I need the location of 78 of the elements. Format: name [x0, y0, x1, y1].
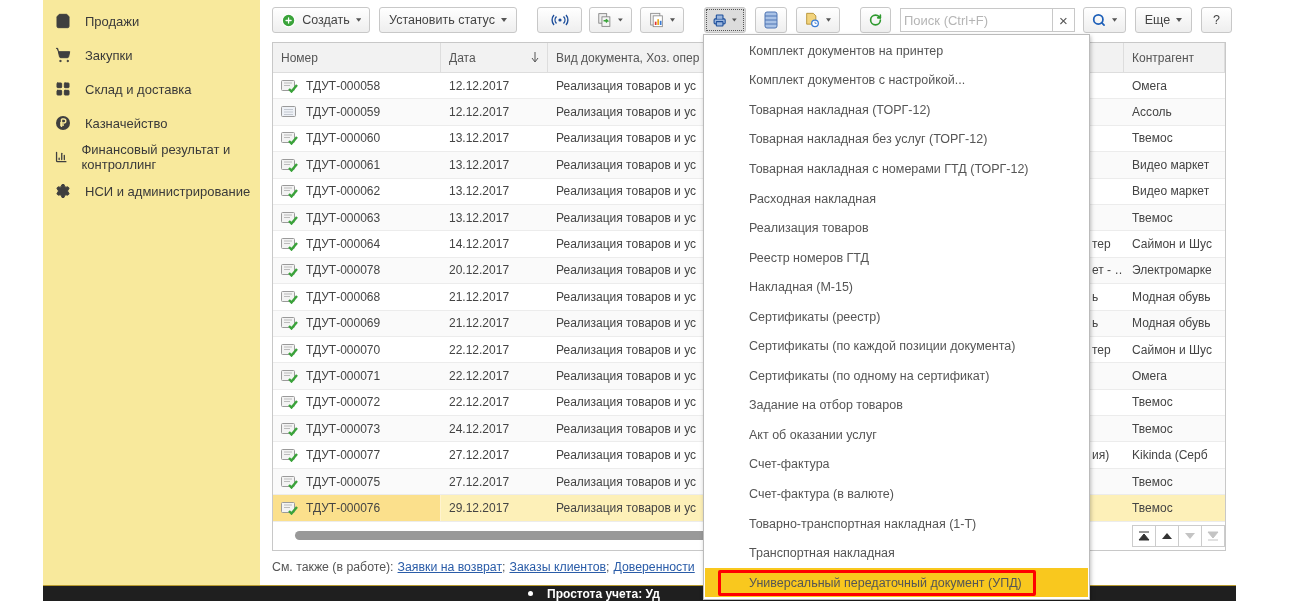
table-cell: Реализация товаров и ус [556, 105, 697, 120]
table-cell: 13.12.2017 [449, 184, 510, 199]
table-cell: Реализация товаров и ус [556, 210, 697, 225]
table-cell: Твемос [1132, 421, 1173, 436]
table-cell: Реализация товаров и ус [556, 395, 697, 410]
table-cell: Реализация товаров и ус [556, 184, 697, 199]
table-cell: ТДУТ-000069 [306, 316, 381, 331]
table-cell: ТДУТ-000078 [306, 263, 381, 278]
table-cell: Реализация товаров и ус [556, 448, 697, 463]
table-cell: тер [1092, 342, 1111, 357]
table-cell: Твемос [1132, 395, 1173, 410]
table-cell: 12.12.2017 [449, 105, 510, 120]
table-cell: ТДУТ-000061 [306, 157, 381, 172]
table-cell: Твемос [1132, 210, 1173, 225]
table-cell: Реализация товаров и ус [556, 500, 697, 515]
table-cell: ТДУТ-000076 [306, 500, 381, 515]
see-also-label: См. также (в работе): [272, 559, 394, 574]
table-cell: 12.12.2017 [449, 78, 510, 93]
table-cell: Реализация товаров и ус [556, 421, 697, 436]
table-cell: Видео маркет [1132, 184, 1210, 199]
table-cell: Электромарке [1132, 263, 1212, 278]
table-cell: 24.12.2017 [449, 421, 510, 436]
table-cell: ТДУТ-000063 [306, 210, 381, 225]
separator: ; [502, 559, 506, 574]
table-cell: ТДУТ-000059 [306, 105, 381, 120]
table-cell: Модная обувь [1132, 316, 1211, 331]
table-cell: ТДУТ-000075 [306, 474, 381, 489]
table-cell: Твемос [1132, 474, 1173, 489]
separator: ; [606, 559, 610, 574]
table-cell: ТДУТ-000064 [306, 237, 381, 252]
table-cell: ия) [1092, 448, 1110, 463]
table-cell: Твемос [1132, 131, 1173, 146]
table-cell: ТДУТ-000068 [306, 289, 381, 304]
table-cell: ь [1092, 289, 1099, 304]
table-cell: ет - … [1092, 263, 1123, 278]
table-cell: Модная обувь [1132, 289, 1211, 304]
table-cell: Саймон и Шус [1132, 237, 1212, 252]
table-cell: Реализация товаров и ус [556, 289, 697, 304]
table-cell: Видео маркет [1132, 157, 1210, 172]
table-cell: ТДУТ-000073 [306, 421, 381, 436]
table-cell: 22.12.2017 [449, 369, 510, 383]
table-cell: Саймон и Шус [1132, 342, 1212, 357]
banner-text: Простота учета: Уд [547, 586, 660, 601]
table-cell: 13.12.2017 [449, 157, 510, 172]
table-cell: 13.12.2017 [449, 210, 510, 225]
table-cell: 29.12.2017 [449, 500, 510, 515]
table-cell: ТДУТ-000072 [306, 395, 381, 410]
table-cell: ТДУТ-000071 [306, 369, 381, 383]
table-cell: 21.12.2017 [449, 316, 510, 331]
table-cell: Омега [1132, 78, 1168, 93]
table-cell: 20.12.2017 [449, 263, 510, 278]
table-cell: 22.12.2017 [449, 395, 510, 410]
table-cell: Kikinda (Серб [1132, 448, 1208, 463]
table-cell: Реализация товаров и ус [556, 157, 697, 172]
table-cell: Реализация товаров и ус [556, 131, 697, 146]
table-cell: ТДУТ-000062 [306, 184, 381, 199]
table-cell: Реализация товаров и ус [556, 263, 697, 278]
table-cell: Реализация товаров и ус [556, 342, 697, 357]
table-cell: ТДУТ-000058 [306, 78, 381, 93]
table-cell: Реализация товаров и ус [556, 78, 697, 93]
table-cell: ТДУТ-000060 [306, 131, 381, 146]
table-cell: ТДУТ-000077 [306, 448, 381, 463]
table-cell: Ассоль [1132, 105, 1172, 120]
table-cell: 13.12.2017 [449, 131, 510, 146]
table-cell: Твемос [1132, 500, 1173, 515]
table-cell: 14.12.2017 [449, 237, 510, 252]
table-cell: Реализация товаров и ус [556, 237, 697, 252]
table-cell: тер [1092, 237, 1111, 252]
table-cell: 22.12.2017 [449, 342, 510, 357]
table-cell: Реализация товаров и ус [556, 316, 697, 331]
table-cell: 21.12.2017 [449, 289, 510, 304]
table-cell: ТДУТ-000070 [306, 342, 381, 357]
table-cell: Реализация товаров и ус [556, 369, 697, 383]
table-cell: 27.12.2017 [449, 474, 510, 489]
table-cell: ь [1092, 316, 1099, 331]
table-cell: Омега [1132, 369, 1168, 383]
table-cell: Реализация товаров и ус [556, 474, 697, 489]
table-cell: 27.12.2017 [449, 448, 510, 463]
